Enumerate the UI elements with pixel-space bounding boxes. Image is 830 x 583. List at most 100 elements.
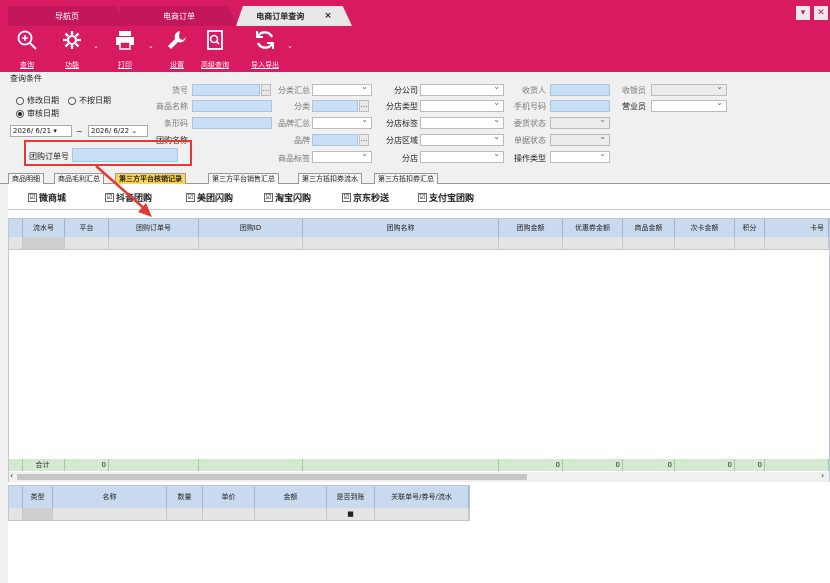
huohao-input[interactable] <box>192 84 260 96</box>
column-header[interactable]: 数量 <box>167 486 203 508</box>
radio-modify-date[interactable]: 修改日期 <box>16 95 59 106</box>
column-header[interactable]: 团购名称 <box>303 219 499 237</box>
filter-cell[interactable] <box>255 508 327 520</box>
column-header[interactable]: 团购订单号 <box>109 219 199 237</box>
chevron-down-icon[interactable]: ⌄ <box>148 42 154 50</box>
column-header[interactable]: 优惠券金额 <box>563 219 623 237</box>
filter-cell[interactable] <box>303 237 499 250</box>
filter-cell[interactable] <box>203 508 255 520</box>
filter-cell[interactable] <box>765 237 829 250</box>
store-tag-select[interactable] <box>420 115 504 129</box>
query-button[interactable]: 查询 <box>10 29 44 71</box>
column-header[interactable]: 名称 <box>53 486 167 508</box>
brand-summary-select[interactable] <box>312 115 372 129</box>
filter-cell[interactable] <box>65 237 109 250</box>
goods-tag-select[interactable] <box>312 149 372 163</box>
date-from-input[interactable]: 2026/ 6/21 ▾ <box>10 125 72 137</box>
tab-third-party-writeoff[interactable]: 第三方平台核销记录 <box>115 173 186 184</box>
tab-goods-detail[interactable]: 商品明细 <box>8 173 44 184</box>
column-header[interactable]: 商品金额 <box>623 219 675 237</box>
platform-checkbox-wechat-mall[interactable]: ☑ 微商城 <box>28 191 66 204</box>
tab-goods-margin-summary[interactable]: 商品毛利汇总 <box>54 173 104 184</box>
barcode-input[interactable] <box>192 117 272 129</box>
filter-cell[interactable] <box>675 237 735 250</box>
platform-checkbox-douyin[interactable]: ☑ 抖音团购 <box>105 191 152 204</box>
branch-company-select[interactable] <box>420 82 504 96</box>
radio-audit-date[interactable]: 审核日期 <box>16 108 59 119</box>
tab-third-party-coupon-flow[interactable]: 第三方抵扣券流水 <box>298 173 362 184</box>
radio-no-date[interactable]: 不按日期 <box>68 95 111 106</box>
chevron-down-icon[interactable]: ⌄ <box>287 42 293 50</box>
ship-status-select[interactable] <box>550 115 610 129</box>
salesman-select[interactable] <box>651 98 727 112</box>
filter-cell[interactable] <box>167 508 203 520</box>
tab-ecommerce-orders[interactable]: 电商订单 <box>120 6 238 26</box>
goods-name-input[interactable] <box>192 100 272 112</box>
store-area-select[interactable] <box>420 132 504 146</box>
close-window-icon[interactable]: ✕ <box>814 6 828 20</box>
column-header[interactable]: 是否到账 <box>327 486 375 508</box>
filter-cell-checkbox[interactable]: ■ <box>327 508 375 520</box>
scroll-left-icon[interactable]: ‹ <box>10 471 13 480</box>
platform-checkbox-jd[interactable]: ☑ 京东秒送 <box>342 191 389 204</box>
dropdown-icon[interactable]: ▾ <box>796 6 810 20</box>
doc-status-select[interactable] <box>550 132 610 146</box>
column-header[interactable]: 类型 <box>23 486 53 508</box>
filter-cell[interactable] <box>23 237 65 250</box>
import-export-button[interactable]: 导入导出 <box>248 29 282 71</box>
column-header[interactable]: 平台 <box>65 219 109 237</box>
scrollbar-thumb[interactable] <box>17 474 527 480</box>
scroll-right-icon[interactable]: › <box>821 471 824 480</box>
label-barcode: 条形码 <box>164 119 188 128</box>
brand-input[interactable] <box>312 134 358 146</box>
tab-third-party-coupon-summary[interactable]: 第三方抵扣券汇总 <box>374 173 438 184</box>
platform-checkbox-meituan[interactable]: ☑ 美团闪购 <box>186 191 233 204</box>
store-select[interactable] <box>420 149 504 163</box>
column-header[interactable]: 关联单号/券号/流水 <box>375 486 469 508</box>
tab-ecommerce-order-query[interactable]: 电商订单查询 × <box>236 6 352 26</box>
column-header[interactable]: 次卡金额 <box>675 219 735 237</box>
platform-checkbox-alipay[interactable]: ☑ 支付宝团购 <box>418 191 474 204</box>
advanced-search-icon <box>207 30 223 50</box>
column-header[interactable]: 金额 <box>255 486 327 508</box>
settings-button[interactable]: 设置 <box>160 29 194 71</box>
filter-cell[interactable] <box>735 237 765 250</box>
function-button[interactable]: 功能 <box>55 29 89 71</box>
phone-input[interactable] <box>550 100 610 112</box>
receiver-input[interactable] <box>550 84 610 96</box>
date-to-input[interactable]: 2026/ 6/22 ⌄ <box>88 125 148 137</box>
filter-cell[interactable] <box>109 237 199 250</box>
column-header[interactable]: 卡号 <box>765 219 829 237</box>
category-input[interactable] <box>312 100 358 112</box>
close-icon[interactable]: × <box>324 11 332 21</box>
column-header[interactable]: 流水号 <box>23 219 65 237</box>
category-picker-button[interactable]: ... <box>359 100 369 112</box>
column-header[interactable]: 积分 <box>735 219 765 237</box>
brand-picker-button[interactable]: ... <box>359 134 369 146</box>
horizontal-scrollbar[interactable]: ‹ › <box>9 471 829 482</box>
grid-corner <box>9 486 23 508</box>
filter-cell[interactable] <box>199 237 303 250</box>
filter-cell[interactable] <box>623 237 675 250</box>
label-doc-status: 单据状态 <box>514 136 546 145</box>
store-type-select[interactable] <box>420 98 504 112</box>
label-goods-name: 商品名称 <box>156 102 188 111</box>
op-type-select[interactable] <box>550 149 610 163</box>
cashier-select[interactable] <box>651 82 727 96</box>
filter-cell[interactable] <box>23 508 53 520</box>
category-summary-select[interactable] <box>312 82 372 96</box>
filter-cell[interactable] <box>563 237 623 250</box>
left-margin <box>0 184 8 583</box>
column-header[interactable]: 团购金额 <box>499 219 563 237</box>
filter-cell[interactable] <box>375 508 469 520</box>
chevron-down-icon[interactable]: ⌄ <box>93 42 99 50</box>
tab-third-party-sales-summary[interactable]: 第三方平台销售汇总 <box>208 173 279 184</box>
advanced-query-button[interactable]: 高级查询 <box>198 29 232 71</box>
platform-checkbox-taobao[interactable]: ☑ 淘宝闪购 <box>264 191 311 204</box>
filter-cell[interactable] <box>53 508 167 520</box>
print-button[interactable]: 打印 <box>108 29 142 71</box>
tab-nav[interactable]: 导航页 <box>8 6 126 26</box>
column-header[interactable]: 单价 <box>203 486 255 508</box>
filter-cell[interactable] <box>499 237 563 250</box>
column-header[interactable]: 团购ID <box>199 219 303 237</box>
